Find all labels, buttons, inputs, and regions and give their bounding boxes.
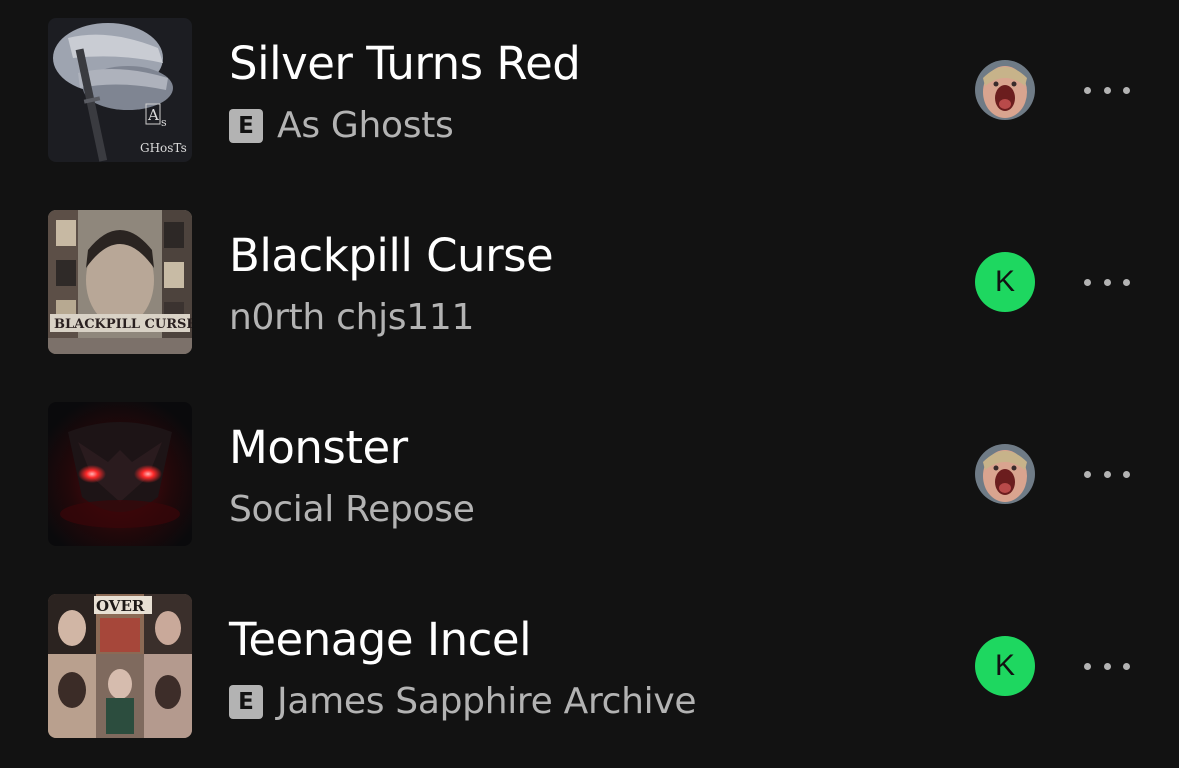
track-title: Blackpill Curse bbox=[229, 229, 554, 282]
album-cover: OVER bbox=[48, 594, 192, 738]
cover-text: A bbox=[147, 106, 159, 124]
dot bbox=[1123, 662, 1130, 670]
track-artist[interactable]: As Ghosts bbox=[277, 104, 454, 148]
cover-text: s bbox=[161, 116, 167, 129]
track-row[interactable]: A s GHosTs Silver Turns Red E As Ghosts bbox=[0, 0, 1179, 192]
dot bbox=[1103, 278, 1111, 286]
track-row[interactable]: OVER Teenage Incel E James Sapphire Arch… bbox=[0, 576, 1179, 768]
dot bbox=[1103, 86, 1111, 94]
cover-text: OVER bbox=[96, 597, 145, 615]
more-options-icon[interactable] bbox=[1078, 266, 1136, 298]
track-subline: Social Repose bbox=[229, 488, 475, 532]
added-by-avatar[interactable] bbox=[975, 60, 1035, 120]
album-cover: BLACKPILL CURSE bbox=[48, 210, 192, 354]
track-artist[interactable]: James Sapphire Archive bbox=[277, 680, 697, 724]
track-subline: E As Ghosts bbox=[229, 104, 454, 148]
cover-text: BLACKPILL CURSE bbox=[54, 317, 192, 332]
added-by-avatar[interactable]: K bbox=[975, 252, 1035, 312]
added-by-avatar[interactable] bbox=[975, 444, 1035, 504]
dot bbox=[1084, 470, 1091, 478]
album-cover bbox=[48, 402, 192, 546]
dot bbox=[1084, 278, 1091, 286]
track-subline: E James Sapphire Archive bbox=[229, 680, 697, 724]
dot bbox=[1103, 662, 1111, 670]
track-list: A s GHosTs Silver Turns Red E As Ghosts bbox=[0, 0, 1179, 751]
cover-text: GHosTs bbox=[140, 141, 187, 155]
track-title: Silver Turns Red bbox=[229, 37, 581, 90]
track-title: Teenage Incel bbox=[229, 613, 532, 666]
dot bbox=[1123, 278, 1130, 286]
more-options-icon[interactable] bbox=[1078, 458, 1136, 490]
dot bbox=[1084, 662, 1091, 670]
track-row[interactable]: BLACKPILL CURSE Blackpill Curse n0rth ch… bbox=[0, 192, 1179, 384]
more-options-icon[interactable] bbox=[1078, 650, 1136, 682]
explicit-badge: E bbox=[229, 685, 263, 719]
track-title: Monster bbox=[229, 421, 408, 474]
dot bbox=[1103, 470, 1111, 478]
album-cover: A s GHosTs bbox=[48, 18, 192, 162]
track-artist[interactable]: n0rth chjs111 bbox=[229, 296, 474, 340]
track-subline: n0rth chjs111 bbox=[229, 296, 474, 340]
dot bbox=[1084, 86, 1091, 94]
explicit-badge: E bbox=[229, 109, 263, 143]
dot bbox=[1123, 470, 1130, 478]
more-options-icon[interactable] bbox=[1078, 74, 1136, 106]
added-by-avatar[interactable]: K bbox=[975, 636, 1035, 696]
track-row[interactable]: Monster Social Repose bbox=[0, 384, 1179, 576]
dot bbox=[1123, 86, 1130, 94]
track-artist[interactable]: Social Repose bbox=[229, 488, 475, 532]
